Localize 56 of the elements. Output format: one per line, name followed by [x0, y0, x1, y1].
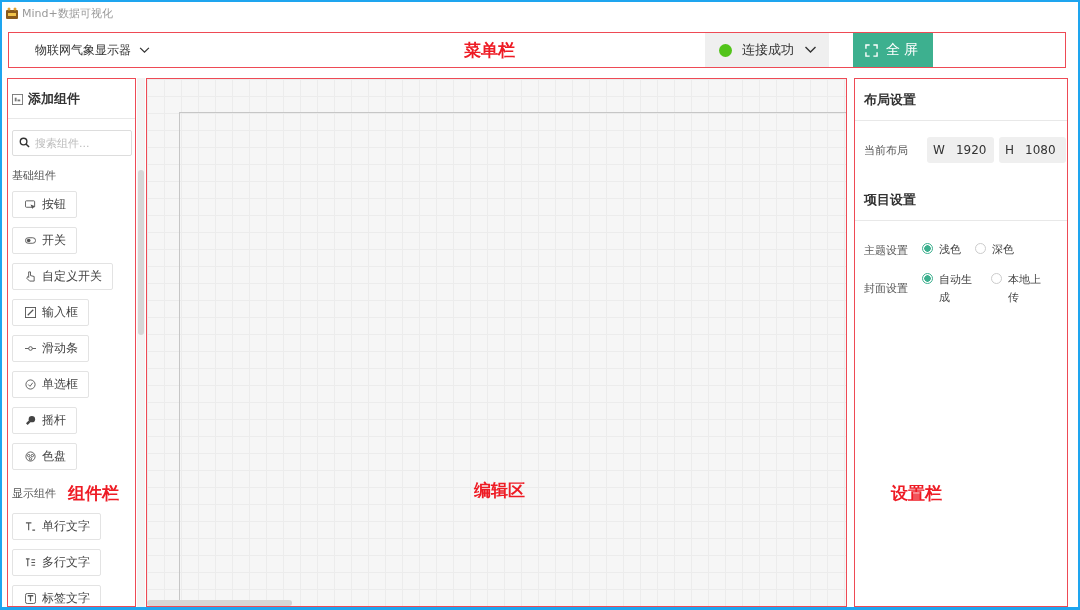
component-button[interactable]: 自定义开关 [12, 263, 113, 290]
annotation-label: 组件栏 [68, 482, 119, 505]
scrollbar-thumb[interactable] [138, 170, 144, 335]
field-label: 主题设置 [864, 243, 909, 258]
slider-icon [25, 343, 36, 354]
group-label: 显示组件 [12, 486, 56, 501]
radio-label: 本地上传 [1008, 272, 1042, 306]
radio-label: 深色 [992, 242, 1014, 258]
search-icon [19, 137, 30, 148]
component-button[interactable]: 标签文字 [12, 585, 101, 606]
component-button[interactable]: 输入框 [12, 299, 89, 326]
section-heading: 项目设置 [864, 192, 916, 207]
component-button[interactable]: 按钮 [12, 191, 77, 218]
field-label: 封面设置 [864, 281, 909, 296]
text-icon [25, 521, 36, 532]
component-button[interactable]: 摇杆 [12, 407, 77, 434]
tag-icon [25, 593, 36, 604]
edit-box-icon [25, 307, 36, 318]
annotation-label: 编辑区 [474, 479, 525, 502]
search-field[interactable]: 搜索组件... [12, 130, 132, 156]
width-field[interactable]: W 1920 [927, 137, 994, 163]
hand-icon [25, 271, 36, 282]
component-button[interactable]: 滑动条 [12, 335, 89, 362]
chevron-down-icon [804, 46, 817, 54]
lines-icon [25, 557, 36, 568]
radio-button[interactable] [975, 243, 986, 254]
scrollbar-thumb[interactable] [147, 600, 292, 606]
radio-label: 自动生成 [939, 272, 973, 306]
radio-label: 浅色 [939, 242, 961, 258]
height-field[interactable]: H 1080 [999, 137, 1066, 163]
radio-button[interactable] [991, 273, 1002, 284]
fullscreen-icon [865, 43, 878, 57]
radio-button[interactable] [922, 243, 933, 254]
annotation-label: 设置栏 [891, 482, 942, 505]
project-dropdown[interactable]: 物联网气象显示器 [9, 33, 150, 67]
annotation-label: 菜单栏 [464, 39, 515, 62]
check-circle-icon [25, 379, 36, 390]
connection-dropdown[interactable]: 连接成功 [705, 33, 829, 67]
component-button[interactable]: 色盘 [12, 443, 77, 470]
component-button[interactable]: 单选框 [12, 371, 89, 398]
field-label: 当前布局 [864, 142, 909, 158]
radio-button[interactable] [922, 273, 933, 284]
joystick-icon [25, 415, 36, 426]
toggle-icon [25, 235, 36, 246]
panel-title: 添加组件 [28, 90, 80, 108]
chevron-down-icon [139, 46, 150, 54]
window-title: Mind+数据可视化 [22, 5, 113, 21]
component-button[interactable]: 开关 [12, 227, 77, 254]
palette-icon [25, 451, 36, 462]
component-button[interactable]: 多行文字 [12, 549, 101, 576]
component-icon [12, 93, 23, 105]
button-icon [25, 199, 36, 210]
app-logo-icon [5, 6, 19, 20]
component-button[interactable]: 单行文字 [12, 513, 101, 540]
section-heading: 布局设置 [864, 92, 916, 107]
group-label: 基础组件 [12, 168, 56, 183]
